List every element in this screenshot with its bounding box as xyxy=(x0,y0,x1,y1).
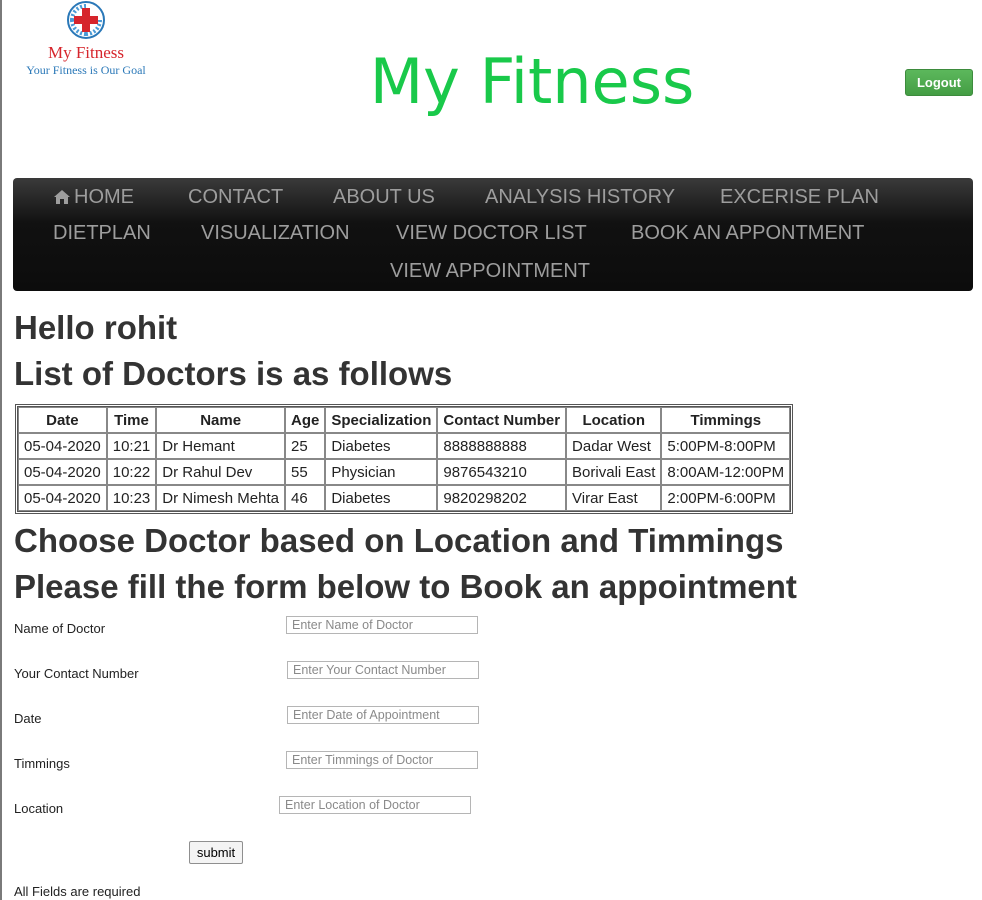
cell-location: Virar East xyxy=(566,485,662,511)
nav-view-doctor-list[interactable]: VIEW DOCTOR LIST xyxy=(396,221,587,245)
cell-specialization: Physician xyxy=(325,459,438,485)
nav-exercise-plan[interactable]: EXCERISE PLAN xyxy=(720,185,879,209)
doctor-name-label: Name of Doctor xyxy=(14,621,106,636)
cell-time: 10:22 xyxy=(106,459,157,485)
cell-contact: 8888888888 xyxy=(437,433,567,459)
cell-contact: 9820298202 xyxy=(437,485,567,511)
greeting-heading: Hello rohit xyxy=(14,309,178,346)
table-row: 05-04-2020 10:23 Dr Nimesh Mehta 46 Diab… xyxy=(18,485,791,511)
location-label: Location xyxy=(14,801,64,816)
date-label: Date xyxy=(14,711,42,726)
cell-location: Dadar West xyxy=(566,433,662,459)
cell-specialization: Diabetes xyxy=(325,485,438,511)
cell-age: 46 xyxy=(284,485,326,511)
table-row: 05-04-2020 10:22 Dr Rahul Dev 55 Physici… xyxy=(18,459,791,485)
doctor-list-heading: List of Doctors is as follows xyxy=(14,355,453,392)
logo-name: My Fitness xyxy=(47,43,125,62)
cell-specialization: Diabetes xyxy=(325,433,438,459)
table-row: 05-04-2020 10:21 Dr Hemant 25 Diabetes 8… xyxy=(18,433,791,459)
nav-home-label: HOME xyxy=(74,186,134,208)
nav-dietplan[interactable]: DIETPLAN xyxy=(53,221,151,245)
timmings-label: Timmings xyxy=(14,756,70,771)
nav-visualization[interactable]: VISUALIZATION xyxy=(201,221,350,245)
timmings-input[interactable] xyxy=(286,751,478,769)
column-header-age: Age xyxy=(284,407,326,433)
column-header-timmings: Timmings xyxy=(661,407,791,433)
cell-timmings: 2:00PM-6:00PM xyxy=(661,485,791,511)
cell-date: 05-04-2020 xyxy=(18,485,107,511)
submit-button[interactable]: submit xyxy=(189,841,243,864)
column-header-specialization: Specialization xyxy=(325,407,438,433)
doctor-table: Date Time Name Age Specialization Contac… xyxy=(15,404,794,514)
nav-contact[interactable]: CONTACT xyxy=(188,185,283,209)
cell-timmings: 5:00PM-8:00PM xyxy=(661,433,791,459)
column-header-location: Location xyxy=(566,407,662,433)
cell-contact: 9876543210 xyxy=(437,459,567,485)
logout-button[interactable]: Logout xyxy=(905,69,973,96)
cell-date: 05-04-2020 xyxy=(18,433,107,459)
cell-name: Dr Hemant xyxy=(156,433,285,459)
cell-name: Dr Rahul Dev xyxy=(156,459,285,485)
logo-tagline: Your Fitness is Our Goal xyxy=(26,63,146,77)
cell-location: Borivali East xyxy=(566,459,662,485)
column-header-time: Time xyxy=(106,407,157,433)
cell-time: 10:21 xyxy=(106,433,157,459)
cell-age: 25 xyxy=(284,433,326,459)
column-header-date: Date xyxy=(18,407,107,433)
cell-age: 55 xyxy=(284,459,326,485)
nav-book-appointment[interactable]: BOOK AN APPONTMENT xyxy=(631,221,864,245)
site-logo: My Fitness Your Fitness is Our Goal xyxy=(16,0,156,80)
booking-form-heading: Please fill the form below to Book an ap… xyxy=(14,568,797,605)
nav-analysis-history[interactable]: ANALYSIS HISTORY xyxy=(485,185,675,209)
location-input[interactable] xyxy=(279,796,471,814)
required-fields-note: All Fields are required xyxy=(14,884,141,899)
doctor-name-input[interactable] xyxy=(286,616,478,634)
contact-number-input[interactable] xyxy=(287,661,479,679)
choose-doctor-heading: Choose Doctor based on Location and Timm… xyxy=(14,522,784,559)
cell-name: Dr Nimesh Mehta xyxy=(156,485,285,511)
date-input[interactable] xyxy=(287,706,479,724)
column-header-contact-number: Contact Number xyxy=(437,407,567,433)
table-header-row: Date Time Name Age Specialization Contac… xyxy=(18,407,791,433)
medical-cross-logo-icon xyxy=(67,1,105,39)
column-header-name: Name xyxy=(156,407,285,433)
contact-number-label: Your Contact Number xyxy=(14,666,139,681)
main-navbar: HOME CONTACT ABOUT US ANALYSIS HISTORY E… xyxy=(13,178,973,291)
site-title: My Fitness xyxy=(369,45,695,118)
nav-about-us[interactable]: ABOUT US xyxy=(333,185,435,209)
cell-time: 10:23 xyxy=(106,485,157,511)
cell-date: 05-04-2020 xyxy=(18,459,107,485)
nav-view-appointment[interactable]: VIEW APPOINTMENT xyxy=(390,259,590,283)
cell-timmings: 8:00AM-12:00PM xyxy=(661,459,791,485)
nav-home[interactable]: HOME xyxy=(53,185,134,209)
home-icon xyxy=(54,190,70,204)
